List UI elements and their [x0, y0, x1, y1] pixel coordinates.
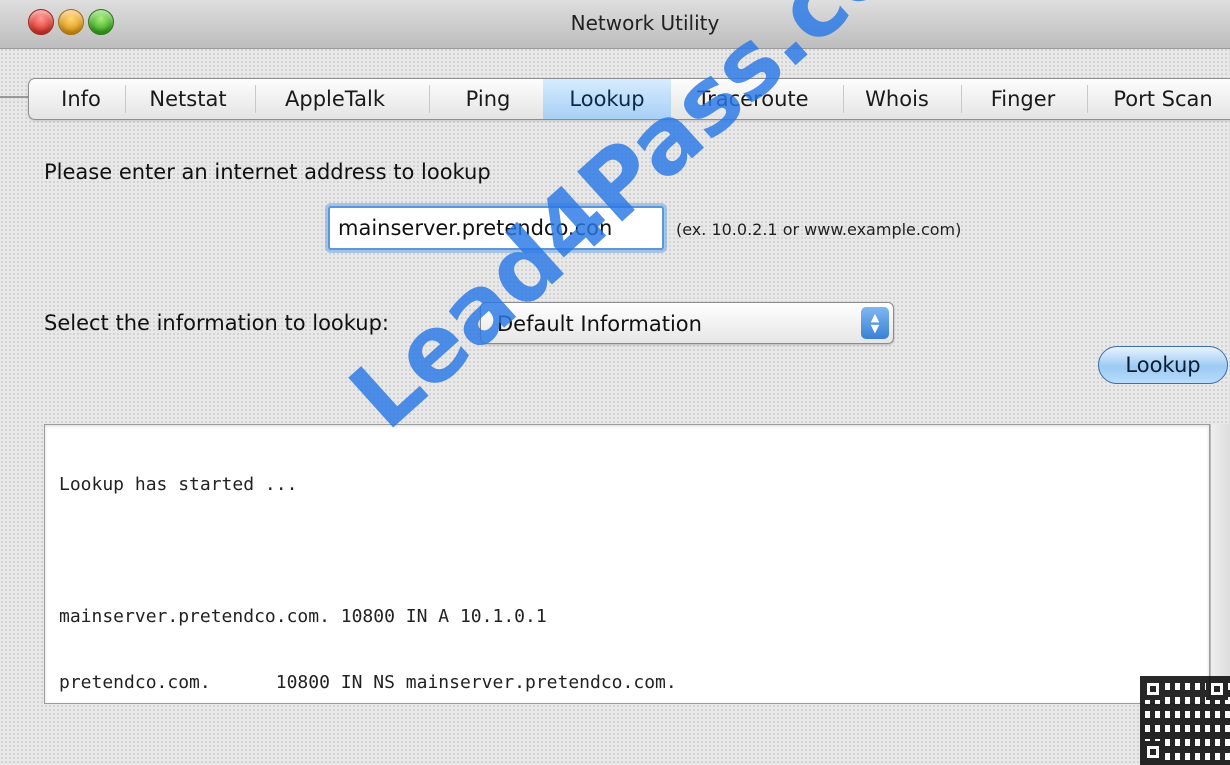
qr-finder-icon	[1206, 678, 1228, 700]
qr-finder-icon	[1142, 741, 1164, 763]
tab-appletalk[interactable]: AppleTalk	[265, 79, 405, 119]
lookup-type-label: Select the information to lookup:	[44, 311, 389, 335]
output-line: Lookup has started ...	[59, 474, 298, 495]
tab-separator	[255, 85, 256, 113]
tab-info[interactable]: Info	[43, 79, 119, 119]
up-down-arrows-icon: ▲ ▼	[861, 307, 889, 339]
tab-bar: Info Netstat AppleTalk Ping Lookup Trace…	[28, 78, 1230, 120]
address-input[interactable]	[328, 206, 664, 250]
tab-lookup[interactable]: Lookup	[543, 79, 671, 119]
tab-port-scan[interactable]: Port Scan	[1095, 79, 1230, 119]
qr-code-icon	[1140, 676, 1230, 765]
tab-netstat[interactable]: Netstat	[133, 79, 243, 119]
lookup-output-area[interactable]: Lookup has started ... mainserver.preten…	[44, 424, 1210, 704]
tab-traceroute[interactable]: Traceroute	[675, 79, 831, 119]
tab-bar-divider	[0, 96, 30, 98]
output-scrollbar[interactable]	[1210, 424, 1230, 704]
lookup-type-value: Default Information	[497, 312, 702, 336]
tab-whois[interactable]: Whois	[847, 79, 947, 119]
tab-separator	[429, 85, 430, 113]
title-bar: Network Utility	[0, 0, 1230, 49]
tab-separator	[125, 85, 126, 113]
tab-separator	[961, 85, 962, 113]
lookup-button[interactable]: Lookup	[1098, 346, 1228, 384]
lookup-type-select[interactable]: Default Information ▲ ▼	[480, 302, 894, 344]
output-line: pretendco.com. 10800 IN NS mainserver.pr…	[59, 672, 677, 693]
tab-separator	[1087, 85, 1088, 113]
address-hint: (ex. 10.0.2.1 or www.example.com)	[676, 220, 962, 239]
window-title: Network Utility	[570, 11, 720, 35]
tab-finger[interactable]: Finger	[971, 79, 1075, 119]
qr-finder-icon	[1142, 678, 1164, 700]
output-line: mainserver.pretendco.com. 10800 IN A 10.…	[59, 606, 547, 627]
tab-separator	[843, 85, 844, 113]
address-prompt-label: Please enter an internet address to look…	[44, 160, 491, 184]
tab-ping[interactable]: Ping	[445, 79, 531, 119]
